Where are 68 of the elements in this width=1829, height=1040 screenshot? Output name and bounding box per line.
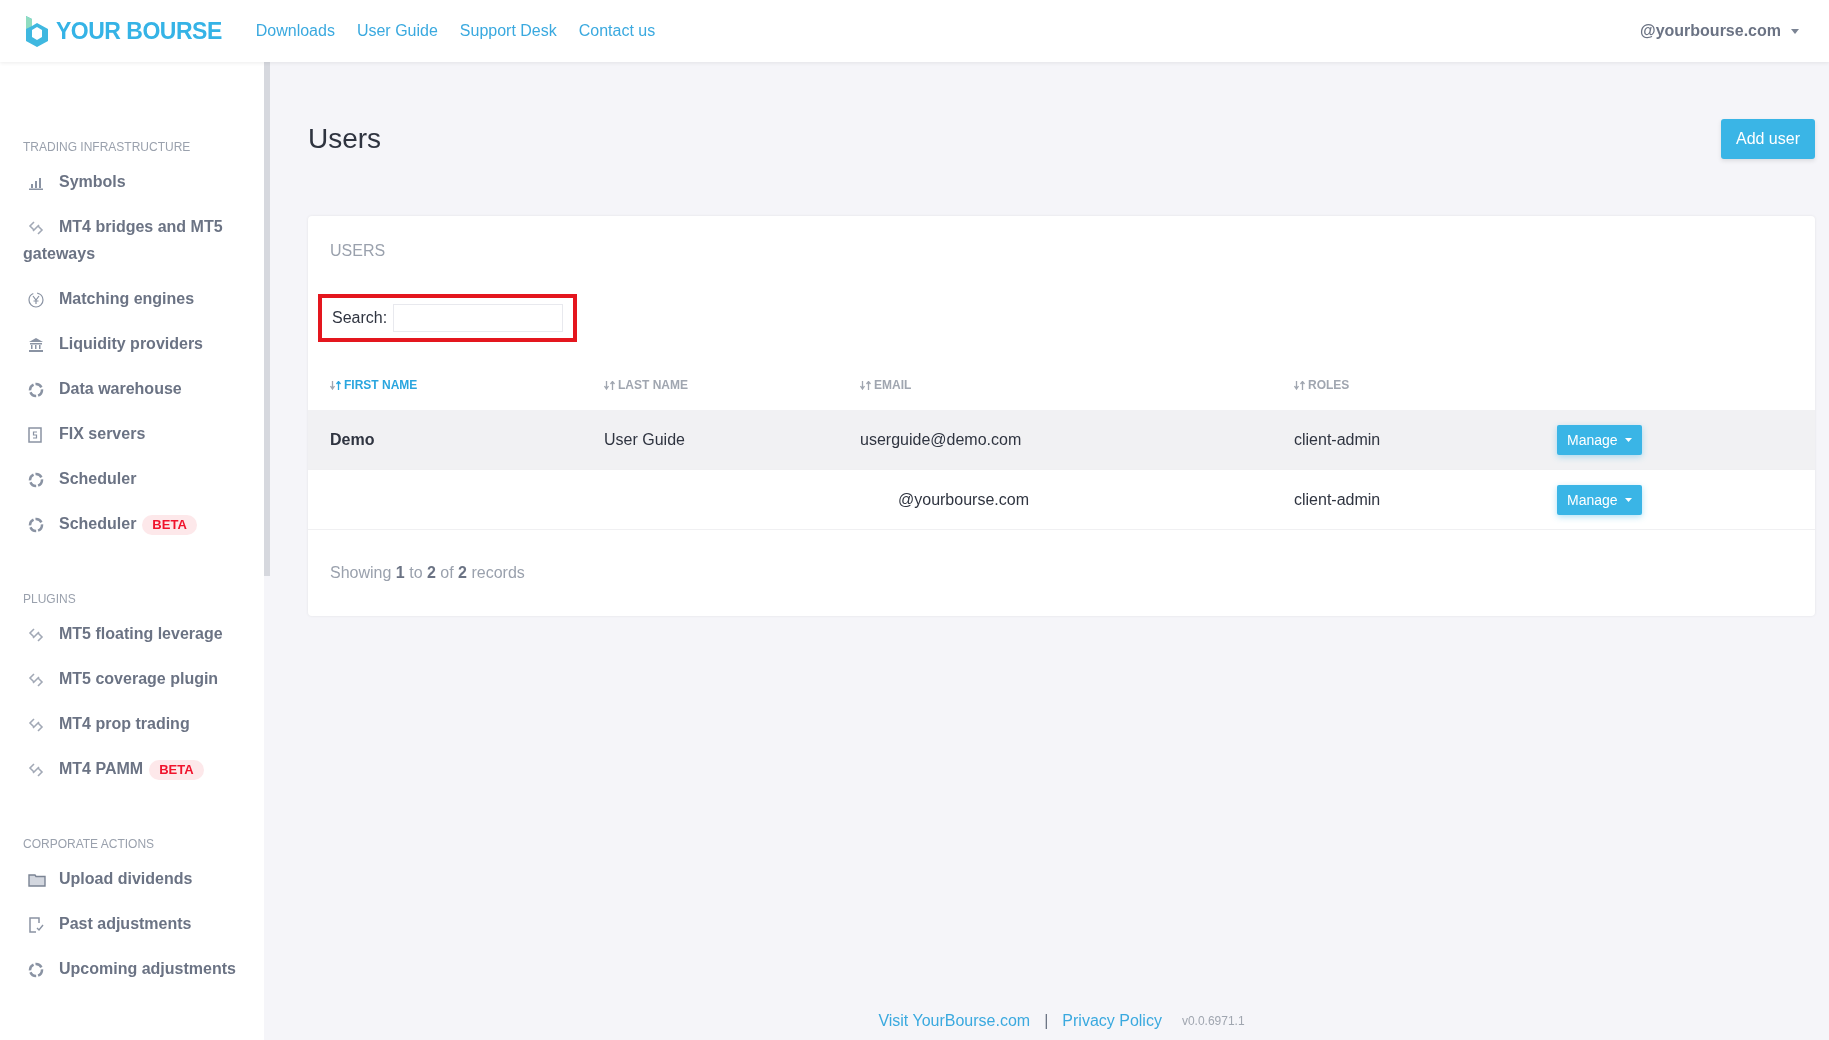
page-title: Users: [308, 123, 382, 155]
chain-link-icon: [28, 716, 44, 733]
footer-link[interactable]: Visit YourBourse.com: [878, 1012, 1031, 1030]
sidebar-item[interactable]: Liquidity providers: [23, 330, 264, 357]
chain-link-icon: [28, 219, 44, 236]
ring-icon: [28, 471, 44, 488]
brand-name: YOUR BOURSE: [56, 17, 222, 45]
sidebar-item[interactable]: FIX servers: [23, 420, 264, 447]
footer-link[interactable]: Privacy Policy: [1062, 1012, 1162, 1030]
separator: |: [1044, 1012, 1049, 1030]
beta-badge: BETA: [149, 759, 204, 780]
sidebar-item[interactable]: MT5 coverage plugin: [23, 665, 264, 692]
nav-link[interactable]: Downloads: [255, 22, 335, 40]
sidebar-item[interactable]: Data warehouse: [23, 375, 264, 402]
caret-icon: [1624, 497, 1632, 502]
table-cell: userguide@demo.com: [860, 430, 1022, 448]
hexagon-logo-icon: [24, 14, 50, 48]
nav-link[interactable]: Contact us: [578, 22, 656, 40]
search-label: Search:: [332, 309, 388, 327]
sidebar-item[interactable]: Symbols: [23, 168, 264, 195]
column-header[interactable]: EMAIL: [860, 378, 1294, 392]
sort-arrows-icon: [860, 380, 871, 390]
caret-icon: [1624, 437, 1632, 442]
chain-link-icon: [28, 761, 44, 778]
section-heading: TRADING INFRASTRUCTURE: [23, 140, 192, 154]
sidebar-item[interactable]: Past adjustments: [23, 910, 264, 937]
sidebar-item[interactable]: Scheduler BETA: [23, 510, 264, 537]
records-summary: Showing 1 to 2 of 2 records: [329, 563, 526, 582]
section-heading: PLUGINS: [23, 592, 77, 606]
bank-icon: [28, 337, 44, 353]
folder-icon: [28, 872, 46, 887]
version-label: v0.0.6971.1: [1181, 1014, 1245, 1028]
caret-icon: [1791, 28, 1799, 34]
table-cell: client-admin: [1294, 490, 1381, 508]
scrollbar[interactable]: [264, 62, 270, 576]
sidebar-item[interactable]: Upload dividends: [23, 865, 264, 892]
section-heading: CORPORATE ACTIONS: [23, 837, 156, 851]
table-cell: @yourbourse.com: [898, 490, 1029, 508]
table-cell: client-admin: [1294, 430, 1381, 448]
sidebar-item[interactable]: Upcoming adjustments: [23, 955, 264, 982]
column-header[interactable]: ROLES: [1294, 378, 1557, 392]
yen-coin-icon: [28, 291, 44, 308]
chain-link-icon: [28, 626, 44, 643]
account-menu[interactable]: @yourbourse.com: [1634, 18, 1805, 44]
card-title: USERS: [329, 242, 387, 260]
table-cell: Demo: [330, 430, 375, 448]
ring-icon: [28, 516, 44, 533]
beta-badge: BETA: [142, 514, 197, 535]
ring-icon: [28, 381, 44, 398]
sidebar-item[interactable]: MT5 floating leverage: [23, 620, 264, 647]
nav-link[interactable]: User Guide: [356, 22, 438, 40]
chain-link-icon: [28, 671, 44, 688]
nav-link[interactable]: Support Desk: [459, 22, 557, 40]
column-header[interactable]: LAST NAME: [604, 378, 860, 392]
bar-chart-icon: [28, 175, 44, 190]
sidebar-item[interactable]: MT4 prop trading: [23, 710, 264, 737]
document-s-icon: [28, 426, 42, 443]
document-check-icon: [28, 916, 45, 933]
sort-arrows-icon: [1294, 380, 1305, 390]
sidebar-item[interactable]: MT4 bridges and MT5 gateways: [23, 213, 264, 267]
sidebar-item[interactable]: Scheduler: [23, 465, 264, 492]
ring-icon: [28, 961, 44, 978]
sidebar-item[interactable]: Matching engines: [23, 285, 264, 312]
table-cell: User Guide: [604, 430, 685, 448]
sidebar-item[interactable]: MT4 PAMM BETA: [23, 755, 264, 782]
column-header[interactable]: FIRST NAME: [330, 378, 604, 392]
sort-arrows-icon: [604, 380, 615, 390]
sort-arrows-icon: [330, 380, 341, 390]
